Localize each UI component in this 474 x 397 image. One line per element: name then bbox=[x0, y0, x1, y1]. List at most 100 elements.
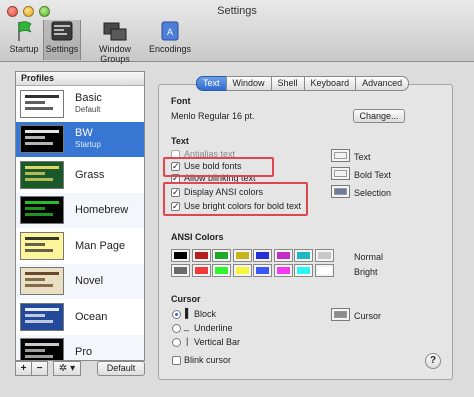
preview-text-line bbox=[25, 272, 59, 276]
profile-subtitle: Startup bbox=[75, 140, 101, 150]
ansi-normal-well-5[interactable] bbox=[273, 249, 293, 262]
cursor-color-label: Cursor bbox=[354, 311, 382, 321]
tab-shell[interactable]: Shell bbox=[270, 76, 305, 91]
bold-text-color-well[interactable] bbox=[331, 167, 350, 180]
ansi-normal-well-7[interactable] bbox=[314, 249, 334, 262]
cursor-block-radio[interactable] bbox=[172, 310, 181, 319]
profile-preview-thumbnail bbox=[20, 89, 64, 118]
text-color-well[interactable] bbox=[331, 149, 350, 162]
font-value: Menlo Regular 16 pt. bbox=[171, 111, 255, 121]
profile-name: Man Page bbox=[75, 239, 126, 252]
tab-advanced[interactable]: Advanced bbox=[355, 76, 410, 91]
cursor-color-well[interactable] bbox=[331, 308, 350, 321]
profile-item-grass[interactable]: Grass bbox=[16, 157, 144, 193]
preview-text-line bbox=[25, 106, 53, 110]
profile-name-block: Novel bbox=[75, 275, 103, 287]
cursor-vertical-bar-label: Vertical Bar bbox=[194, 337, 241, 347]
preview-text-line bbox=[25, 177, 53, 181]
profile-item-bw[interactable]: BW Startup bbox=[16, 121, 144, 157]
text-section-title: Text bbox=[171, 136, 189, 146]
blink-cursor-label: Blink cursor bbox=[184, 355, 232, 365]
toolbar-window-groups[interactable]: Window Groups bbox=[84, 20, 146, 64]
preview-text-line bbox=[25, 201, 59, 205]
profile-preview-thumbnail bbox=[20, 196, 64, 225]
ansi-bright-fill-7 bbox=[317, 267, 331, 274]
profile-preview-thumbnail bbox=[20, 160, 64, 189]
profiles-header: Profiles bbox=[16, 72, 144, 86]
preview-text-line bbox=[25, 165, 59, 169]
ansi-bright-well-3[interactable] bbox=[232, 264, 252, 277]
ansi-normal-well-3[interactable] bbox=[232, 249, 252, 262]
profiles-list: Profiles Basic Default BW Startup Grass Homeb… bbox=[15, 71, 145, 361]
toolbar-settings[interactable]: Settings bbox=[43, 20, 81, 60]
profile-name-block: BW Startup bbox=[75, 127, 101, 151]
profile-item-pro[interactable]: Pro bbox=[16, 334, 144, 360]
help-button[interactable]: ? bbox=[425, 353, 441, 369]
add-profile-button[interactable]: + bbox=[15, 361, 32, 376]
tab-keyboard[interactable]: Keyboard bbox=[303, 76, 357, 91]
ansi-normal-fill-2 bbox=[215, 252, 228, 259]
ansi-bright-fill-4 bbox=[256, 267, 269, 274]
ansi-bright-fill-5 bbox=[276, 267, 290, 274]
profile-item-novel[interactable]: Novel bbox=[16, 263, 144, 299]
preview-text-line bbox=[25, 94, 59, 98]
ansi-bright-well-5[interactable] bbox=[273, 264, 293, 277]
ansi-bright-label: Bright bbox=[354, 267, 378, 277]
default-profile-button[interactable]: Default bbox=[97, 361, 145, 376]
ansi-normal-fill-0 bbox=[174, 252, 187, 259]
profile-name-block: Grass bbox=[75, 169, 104, 181]
toolbar-startup[interactable]: Startup bbox=[6, 20, 42, 60]
profile-name: Novel bbox=[75, 275, 104, 288]
ansi-bright-well-0[interactable] bbox=[171, 264, 190, 277]
cursor-section-title: Cursor bbox=[171, 294, 201, 304]
preview-text-line bbox=[25, 242, 45, 246]
toolbar-encodings-label: Encodings bbox=[148, 44, 192, 54]
cursor-underline-radio[interactable] bbox=[172, 324, 181, 333]
ansi-normal-well-0[interactable] bbox=[171, 249, 190, 262]
profile-name: BW bbox=[75, 127, 93, 140]
preview-text-line bbox=[25, 307, 59, 311]
profile-name-block: Basic Default bbox=[75, 92, 102, 116]
ansi-normal-well-6[interactable] bbox=[294, 249, 313, 262]
profile-preview-thumbnail bbox=[20, 125, 64, 154]
bold-text-color-fill bbox=[334, 170, 347, 177]
text-color-fill bbox=[334, 152, 347, 159]
profile-name: Grass bbox=[75, 168, 105, 181]
profile-item-ocean[interactable]: Ocean bbox=[16, 299, 144, 335]
toolbar-settings-label: Settings bbox=[45, 44, 79, 54]
ansi-bright-well-6[interactable] bbox=[294, 264, 313, 277]
profile-name-block: Pro bbox=[75, 346, 92, 358]
blink-cursor-checkbox[interactable] bbox=[172, 356, 181, 365]
ansi-bright-well-4[interactable] bbox=[253, 264, 272, 277]
profile-item-man-page[interactable]: Man Page bbox=[16, 228, 144, 264]
ansi-bright-well-2[interactable] bbox=[212, 264, 231, 277]
profile-item-homebrew[interactable]: Homebrew bbox=[16, 192, 144, 228]
underline-cursor-icon: _ bbox=[184, 321, 190, 331]
change-font-button[interactable]: Change... bbox=[353, 109, 405, 123]
ansi-bright-well-1[interactable] bbox=[191, 264, 211, 277]
svg-text:A: A bbox=[167, 27, 173, 37]
preview-text-line bbox=[25, 343, 59, 347]
selection-color-well[interactable] bbox=[331, 185, 350, 198]
ansi-bright-fill-1 bbox=[194, 267, 208, 274]
profile-item-basic[interactable]: Basic Default bbox=[16, 86, 144, 122]
toolbar-encodings[interactable]: A Encodings bbox=[148, 20, 192, 60]
ansi-bright-well-7[interactable] bbox=[314, 264, 334, 277]
highlight-box-bold-fonts bbox=[163, 157, 274, 177]
vertical-bar-cursor-icon: | bbox=[186, 336, 189, 346]
ansi-normal-well-1[interactable] bbox=[191, 249, 211, 262]
ansi-normal-well-2[interactable] bbox=[212, 249, 231, 262]
action-menu-button[interactable]: ✲ ▾ bbox=[53, 361, 81, 376]
preview-text-line bbox=[25, 248, 53, 252]
tab-text[interactable]: Text bbox=[196, 76, 227, 91]
preview-text-line bbox=[25, 171, 45, 175]
cursor-vertical-bar-radio[interactable] bbox=[172, 338, 181, 347]
font-section-title: Font bbox=[171, 96, 191, 106]
remove-profile-button[interactable]: − bbox=[31, 361, 48, 376]
preview-text-line bbox=[25, 213, 53, 217]
ansi-normal-well-4[interactable] bbox=[253, 249, 272, 262]
tab-window[interactable]: Window bbox=[225, 76, 272, 91]
text-color-label: Text bbox=[354, 152, 371, 162]
ansi-normal-fill-3 bbox=[235, 252, 249, 259]
block-cursor-icon: ▌ bbox=[185, 308, 192, 318]
